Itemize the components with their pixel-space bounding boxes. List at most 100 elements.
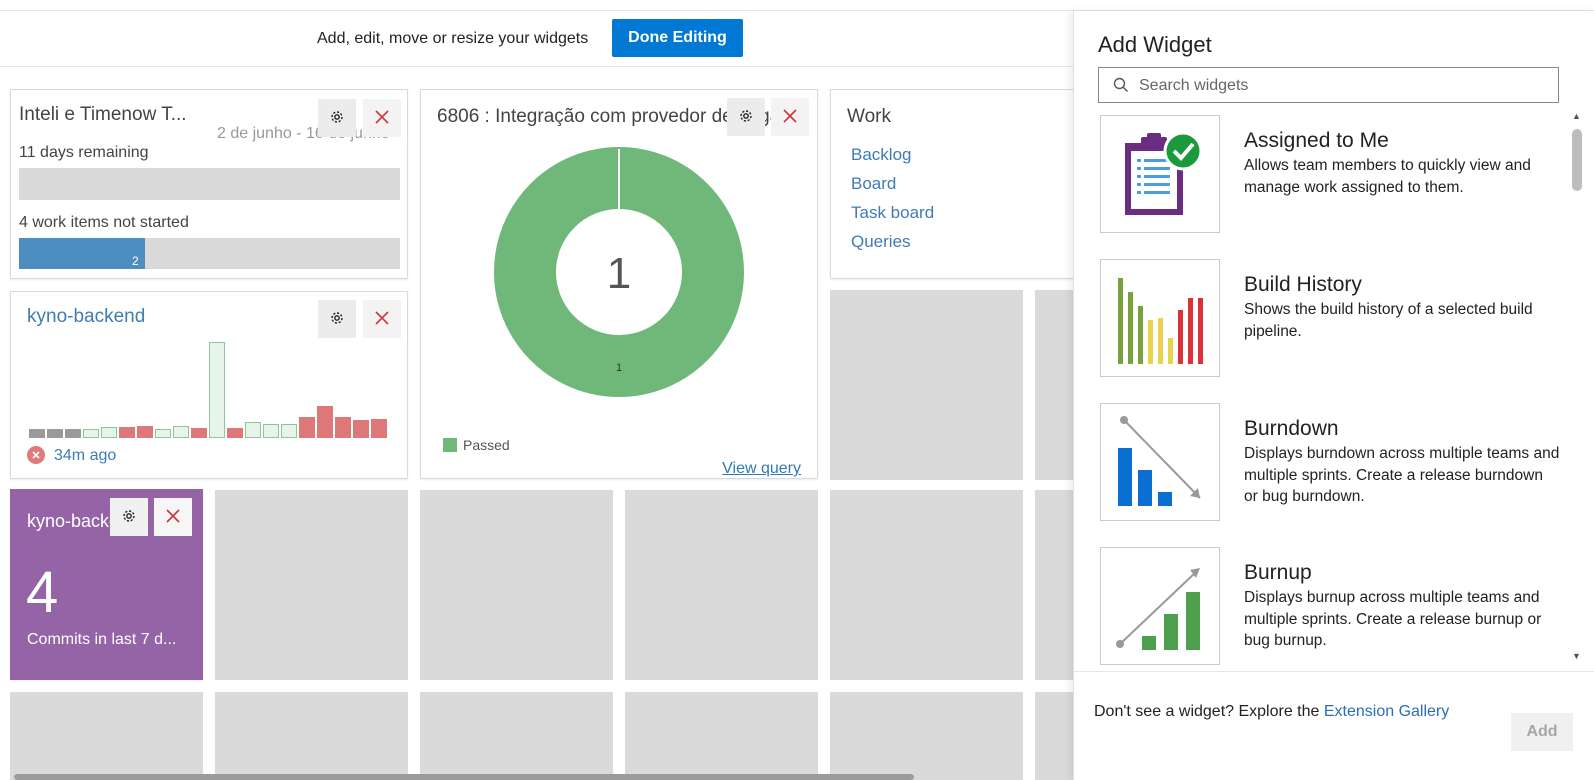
build-bar-failed[interactable] (299, 417, 315, 438)
edit-mode-bar: Add, edit, move or resize your widgets D… (0, 11, 1073, 67)
widget-description: Shows the build history of a selected bu… (1244, 301, 1533, 340)
extension-gallery-link[interactable]: Extension Gallery (1324, 703, 1449, 720)
remove-widget-button[interactable] (363, 99, 401, 137)
build-bar-failed[interactable] (191, 428, 207, 438)
widget-item-burndown[interactable]: Burndown Displays burndown across multip… (1100, 403, 1560, 523)
empty-grid-cell[interactable] (420, 490, 613, 680)
remove-widget-button[interactable] (363, 300, 401, 338)
build-bar-success[interactable] (209, 342, 225, 438)
widget-item-assigned-to-me[interactable]: Assigned to Me Allows team members to qu… (1100, 115, 1560, 235)
sprint-title: Inteli e Timenow T... (19, 104, 187, 125)
panel-scroll-thumb[interactable] (1572, 129, 1582, 191)
build-history-icon (1100, 259, 1220, 377)
dashboard-edit-screen: Add, edit, move or resize your widgets D… (0, 0, 1594, 780)
build-bar-success[interactable] (245, 422, 261, 438)
build-bar-success[interactable] (101, 427, 117, 438)
build-bar-success[interactable] (281, 424, 297, 438)
empty-grid-cell[interactable] (830, 692, 1023, 780)
empty-grid-cell[interactable] (10, 692, 203, 780)
not-started-label: 4 work items not started (19, 214, 189, 231)
widget-description: Displays burnup across multiple teams an… (1244, 589, 1542, 649)
edit-mode-message: Add, edit, move or resize your widgets (317, 30, 589, 47)
empty-grid-cell[interactable] (1035, 290, 1073, 480)
build-status-time[interactable]: 34m ago (54, 447, 116, 465)
build-bar-failed[interactable] (119, 427, 135, 438)
build-bar-none[interactable] (65, 429, 81, 438)
close-icon (782, 108, 798, 127)
configure-widget-button[interactable] (318, 300, 356, 338)
scroll-up-icon[interactable]: ▲ (1572, 111, 1581, 121)
work-link-taskboard[interactable]: Task board (851, 203, 934, 223)
empty-grid-cell[interactable] (625, 692, 818, 780)
panel-scrollbar[interactable]: ▲ ▼ (1571, 111, 1583, 671)
build-bar-success[interactable] (173, 426, 189, 438)
commits-widget[interactable]: kyno-backend 4 Commits in last 7 d... (10, 489, 203, 680)
remove-widget-button[interactable] (771, 98, 809, 136)
close-icon (374, 310, 390, 329)
widget-description: Allows team members to quickly view and … (1244, 157, 1531, 196)
search-box[interactable] (1098, 67, 1559, 103)
gear-icon (121, 508, 137, 527)
configure-widget-button[interactable] (110, 498, 148, 536)
build-pipeline-title[interactable]: kyno-backend (27, 306, 145, 328)
horizontal-scrollbar[interactable] (14, 774, 914, 780)
days-remaining-label: 11 days remaining (19, 144, 149, 161)
failed-status-icon (27, 446, 45, 464)
build-bar-none[interactable] (47, 429, 63, 438)
widget-description: Displays burndown across multiple teams … (1244, 445, 1560, 505)
empty-grid-cell[interactable] (420, 692, 613, 780)
add-widget-panel: Add Widget Search widgets Assigned to Me… (1073, 11, 1594, 780)
work-link-queries[interactable]: Queries (851, 232, 911, 252)
search-widgets-input[interactable] (1139, 74, 1539, 98)
donut-center-value: 1 (607, 249, 631, 298)
dashboard-grid: Inteli e Timenow T... 2 de junho - 16 de… (0, 68, 1073, 780)
close-icon (374, 109, 390, 128)
work-title: Work (847, 106, 891, 127)
view-query-link[interactable]: View query (722, 460, 801, 478)
legend-label-passed: Passed (463, 437, 510, 453)
empty-grid-cell[interactable] (1035, 490, 1073, 680)
footer-message: Don't see a widget? Explore the Extensio… (1094, 703, 1449, 721)
build-bar-failed[interactable] (227, 428, 243, 438)
remove-widget-button[interactable] (154, 498, 192, 536)
sprint-overview-widget[interactable]: Inteli e Timenow T... 2 de junho - 16 de… (10, 89, 408, 279)
gear-icon (738, 108, 754, 127)
widget-name: Burnup (1244, 561, 1312, 584)
build-bar-success[interactable] (155, 429, 171, 438)
empty-grid-cell[interactable] (215, 490, 408, 680)
build-bar-failed[interactable] (353, 420, 369, 438)
empty-grid-cell[interactable] (1035, 692, 1073, 780)
not-started-fill: 2 (19, 238, 145, 269)
search-icon (1113, 77, 1129, 98)
work-links-widget[interactable]: Work Backlog Board Task board Queries (830, 89, 1073, 279)
widget-item-burnup[interactable]: Burnup Displays burnup across multiple t… (1100, 547, 1560, 667)
empty-grid-cell[interactable] (830, 490, 1023, 680)
build-bar-failed[interactable] (317, 406, 333, 438)
widget-item-build-history[interactable]: Build History Shows the build history of… (1100, 259, 1560, 379)
panel-title: Add Widget (1098, 32, 1212, 57)
empty-grid-cell[interactable] (830, 290, 1023, 480)
not-started-bar: 2 (19, 238, 400, 269)
build-bar-failed[interactable] (137, 426, 153, 438)
query-chart-widget[interactable]: 6806 : Integração com provedor de pagame… (420, 89, 818, 479)
build-bar-failed[interactable] (371, 419, 387, 438)
build-bar-success[interactable] (263, 424, 279, 438)
configure-widget-button[interactable] (318, 99, 356, 137)
build-history-chart (29, 338, 387, 438)
scroll-down-icon[interactable]: ▼ (1572, 651, 1581, 661)
done-editing-button[interactable]: Done Editing (612, 19, 743, 57)
clipboard-check-icon (1100, 115, 1220, 233)
empty-grid-cell[interactable] (215, 692, 408, 780)
build-history-widget[interactable]: kyno-backend 34m ago (10, 291, 408, 479)
add-button[interactable]: Add (1511, 713, 1573, 751)
work-link-board[interactable]: Board (851, 174, 896, 194)
build-bar-success[interactable] (83, 429, 99, 438)
days-remaining-bar (19, 168, 400, 200)
configure-widget-button[interactable] (727, 98, 765, 136)
build-bar-failed[interactable] (335, 417, 351, 438)
empty-grid-cell[interactable] (625, 490, 818, 680)
build-bar-none[interactable] (29, 429, 45, 438)
work-link-backlog[interactable]: Backlog (851, 145, 911, 165)
footer-text: Don't see a widget? Explore the (1094, 703, 1324, 720)
widget-catalog-list: Assigned to Me Allows team members to qu… (1074, 115, 1574, 675)
